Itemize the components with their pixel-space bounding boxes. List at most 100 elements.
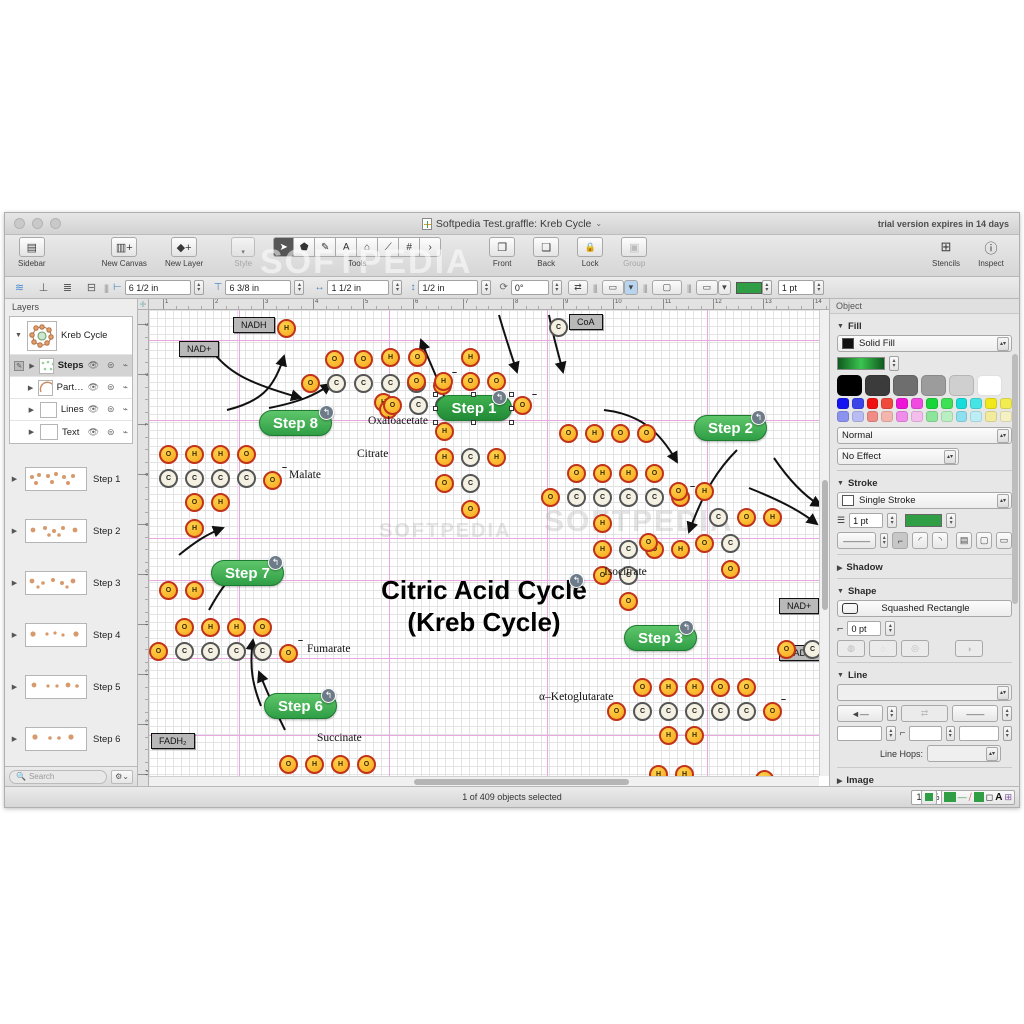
chevron-right-icon[interactable]: ▶ <box>10 475 19 483</box>
chevron-right-icon[interactable]: ▶ <box>27 406 36 414</box>
atom-oxygen[interactable]: O <box>185 493 204 512</box>
polygon-tool-icon[interactable]: ⌂ <box>357 237 379 257</box>
cap-round-button[interactable]: ▢ <box>976 532 993 549</box>
palette-row-pastel[interactable] <box>837 411 1012 422</box>
palette-swatch[interactable] <box>949 375 974 396</box>
atom-hydrogen[interactable]: H <box>685 678 704 697</box>
stroke-style-row[interactable]: ——— ▴ ▾ ⌐ ◜ ◝ ▤ ▢ ▭ <box>837 532 1012 549</box>
atom-oxygen[interactable]: O <box>325 350 344 369</box>
atom-oxygen[interactable]: O <box>383 396 402 415</box>
atom-carbon[interactable]: C <box>645 488 664 507</box>
shape-select[interactable]: Squashed Rectangle <box>837 600 1012 617</box>
atom-oxygen[interactable]: O <box>407 372 426 391</box>
corner-style-button[interactable]: ▢ <box>651 280 682 295</box>
stroke-style-button[interactable]: ▭ <box>695 280 718 295</box>
atom-oxygen[interactable]: O <box>721 560 740 579</box>
blend-mode-select[interactable]: Normal ▴▾ <box>837 427 1012 444</box>
line-hops-select[interactable]: ▴▾ <box>927 745 1001 762</box>
y-position-stepper[interactable]: ▴ ▾ <box>294 280 305 295</box>
atom-hydrogen[interactable]: H <box>305 755 324 774</box>
selection-handle[interactable] <box>509 406 514 411</box>
inspector-scrollbar[interactable] <box>1012 354 1018 604</box>
atom-carbon[interactable]: C <box>593 488 612 507</box>
palette-swatch[interactable] <box>837 411 849 422</box>
selection-tool-icon[interactable]: ➤ <box>273 237 295 257</box>
atom-oxygen[interactable]: O <box>301 374 320 393</box>
shape-section-header[interactable]: ▼ Shape <box>837 586 1012 597</box>
palette-swatch[interactable] <box>925 411 938 422</box>
chevron-updown-icon[interactable]: ▴▾ <box>997 494 1009 508</box>
selection-handle[interactable] <box>509 420 514 425</box>
ruler-origin-icon[interactable]: ✛ <box>138 299 149 310</box>
pencil-icon[interactable]: ✎ <box>14 360 25 371</box>
disclosure-right-icon[interactable]: ▶ <box>837 564 842 572</box>
atom-hydrogen[interactable]: H <box>185 445 204 464</box>
toolbar-grip-1[interactable]: ||| <box>99 283 113 293</box>
layer-row-steps[interactable]: ✎ ▶ Steps 👁 ⊜ ⌁ <box>10 355 132 377</box>
selection-handle[interactable] <box>471 392 476 397</box>
atom-oxygen[interactable]: O <box>695 534 714 553</box>
toolbar-lock[interactable]: 🔒 Lock <box>568 237 612 268</box>
palette-swatch[interactable] <box>921 375 946 396</box>
atom-oxygen[interactable]: O <box>357 755 376 774</box>
canvas-horizontal-scrollbar[interactable] <box>149 776 819 786</box>
toolbar-grip-3[interactable]: ||| <box>638 283 652 293</box>
atom-carbon[interactable]: C <box>461 448 480 467</box>
line-end-stepper[interactable]: ▴ ▾ <box>1002 706 1012 721</box>
eye-icon[interactable]: 👁 <box>88 382 103 393</box>
grid-snap-icon[interactable]: ⊞ <box>1004 792 1012 803</box>
layer-row-text[interactable]: ▶ Text 👁 ⊜ ⌁ <box>10 421 132 443</box>
cap-square-button[interactable]: ▭ <box>996 532 1012 549</box>
print-icon[interactable]: ⊜ <box>107 360 119 371</box>
width-group[interactable]: ↔ 1 1/2 in ▴ ▾ <box>314 280 403 295</box>
canvas-item-step-1[interactable]: ▶ Step 1 <box>5 453 137 505</box>
atom-hydrogen[interactable]: H <box>685 726 704 745</box>
atom-carbon[interactable]: C <box>253 642 272 661</box>
atom-hydrogen[interactable]: H <box>211 493 230 512</box>
citrate-label[interactable]: Citrate <box>357 448 388 460</box>
stroke-width-row[interactable]: ☰ 1 pt ▴ ▾ ▴ ▾ <box>837 513 1012 528</box>
atom-hydrogen[interactable]: H <box>201 618 220 637</box>
sidebar-icon[interactable]: ▤ <box>18 237 45 257</box>
layer-row-kreb-cycle[interactable]: ▼ Kreb Cycle <box>10 317 132 355</box>
palette-swatch[interactable] <box>955 398 968 409</box>
atom-carbon[interactable]: C <box>354 374 373 393</box>
atom-carbon[interactable]: C <box>659 702 678 721</box>
chevron-right-icon[interactable]: ▶ <box>28 362 35 370</box>
atom-carbon[interactable]: C <box>721 534 740 553</box>
atom-oxygen[interactable]: O <box>611 424 630 443</box>
atom-hydrogen[interactable]: H <box>434 372 453 391</box>
atom-carbon[interactable]: C <box>409 396 428 415</box>
stroke-color-preview[interactable] <box>842 495 854 506</box>
atom-carbon[interactable]: C <box>633 702 652 721</box>
atom-carbon[interactable]: C <box>737 702 756 721</box>
atom-carbon[interactable]: C <box>461 474 480 493</box>
palette-row-grays[interactable] <box>837 375 1012 396</box>
atom-carbon[interactable]: C <box>549 318 568 337</box>
chevron-right-icon[interactable]: ▶ <box>27 428 36 436</box>
palette-swatch[interactable] <box>985 398 998 409</box>
atom-carbon[interactable]: C <box>619 488 638 507</box>
fill-quick-button[interactable] <box>920 789 937 805</box>
line-start-arrow-select[interactable]: ◄— <box>837 705 883 722</box>
atom-oxygen[interactable]: O <box>737 678 756 697</box>
toolbar-grip-2[interactable]: ||| <box>588 283 602 293</box>
disclosure-right-icon[interactable]: ▶ <box>837 777 842 785</box>
stencils-icon[interactable]: ⊞ <box>933 237 959 257</box>
layers-icon[interactable]: ≋ <box>12 281 27 295</box>
x-position-stepper[interactable]: ▴ ▾ <box>193 280 204 295</box>
atom-hydrogen[interactable]: H <box>227 618 246 637</box>
atom-oxygen[interactable]: O <box>149 642 168 661</box>
toolbar-stencils[interactable]: ⊞ Stencils <box>923 237 969 268</box>
coa-chip[interactable]: CoA <box>569 314 603 330</box>
line-end-size-field[interactable] <box>958 726 999 741</box>
palette-swatch[interactable] <box>940 398 953 409</box>
atom-oxygen[interactable]: O <box>237 445 256 464</box>
shape-icon[interactable]: ◻ <box>986 792 993 803</box>
atom-oxygen[interactable]: O <box>619 592 638 611</box>
lock-icon[interactable]: 🔒 <box>577 237 604 257</box>
atom-oxygen[interactable]: O <box>159 581 178 600</box>
atom-oxygen[interactable]: O <box>567 464 586 483</box>
atom-oxygen[interactable]: O <box>645 464 664 483</box>
palette-swatch[interactable] <box>866 398 879 409</box>
